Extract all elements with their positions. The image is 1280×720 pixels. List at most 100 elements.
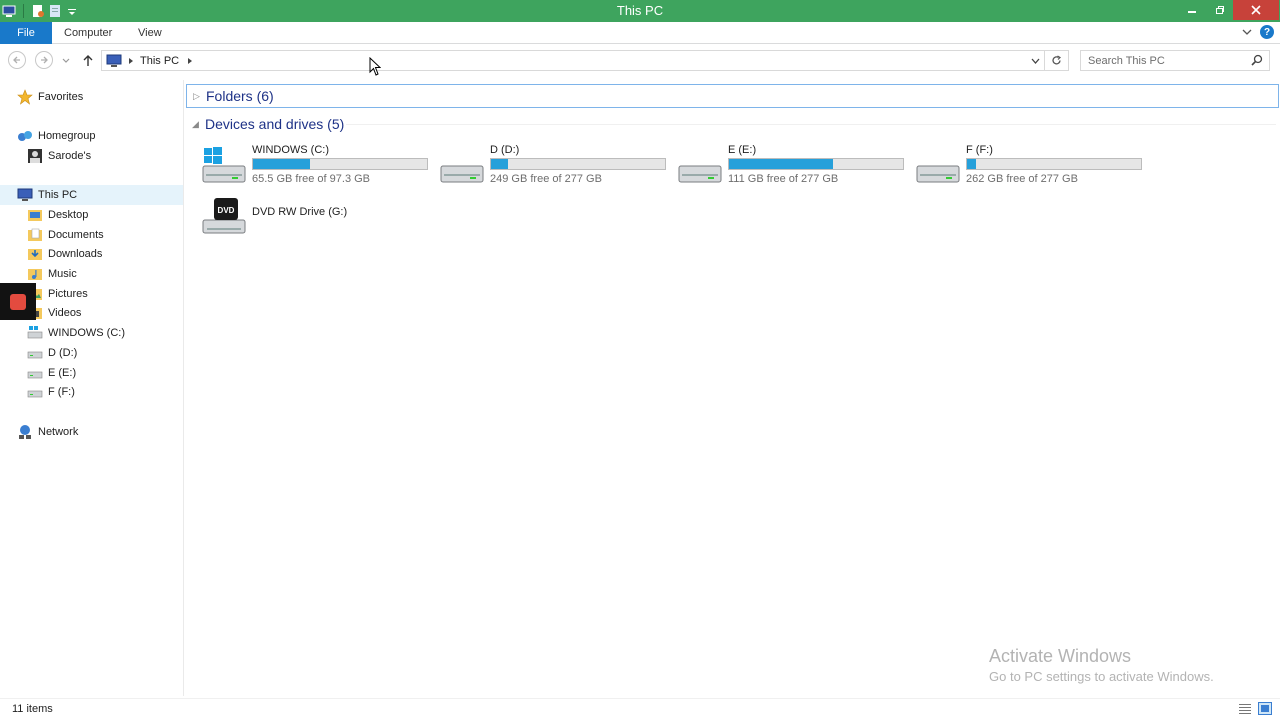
- computer-icon: [106, 54, 122, 67]
- nav-label: D (D:): [48, 347, 78, 359]
- capacity-fill: [729, 159, 834, 169]
- computer-icon: [17, 187, 33, 203]
- drive-free-space: 65.5 GB free of 97.3 GB: [252, 173, 371, 185]
- tab-file[interactable]: File: [0, 22, 52, 44]
- dvd-drive-icon: DVD: [202, 198, 246, 234]
- capacity-fill: [491, 159, 509, 169]
- windows-drive-icon: [202, 147, 246, 183]
- downloads-folder-icon: [27, 246, 43, 262]
- breadcrumb-chevron-icon[interactable]: [187, 57, 193, 65]
- help-button[interactable]: ?: [1260, 25, 1274, 39]
- nav-item-user[interactable]: Sarode's: [27, 146, 91, 166]
- capacity-bar: [966, 158, 1142, 170]
- svg-text:DVD: DVD: [218, 206, 235, 215]
- hard-drive-icon: [678, 165, 722, 183]
- capacity-fill: [967, 159, 976, 169]
- nav-item-favorites[interactable]: Favorites: [17, 87, 83, 107]
- content-pane: ▷ Folders (6) ◢ Devices and drives (5) W…: [186, 80, 1280, 696]
- drive-tile[interactable]: F (F:) 262 GB free of 277 GB: [900, 142, 1142, 190]
- nav-item-music[interactable]: Music: [27, 264, 77, 284]
- nav-label: Videos: [48, 307, 82, 319]
- music-folder-icon: [27, 266, 43, 282]
- star-icon: [17, 89, 33, 105]
- capacity-bar: [252, 158, 428, 170]
- restore-button[interactable]: [1206, 0, 1234, 20]
- drive-name: E (E:): [728, 144, 757, 156]
- up-arrow-icon[interactable]: [82, 54, 94, 67]
- search-icon[interactable]: [1251, 54, 1263, 66]
- chevron-right-icon: ▷: [193, 90, 200, 101]
- activation-watermark: Activate Windows Go to PC settings to ac…: [989, 646, 1214, 684]
- back-button[interactable]: [8, 51, 26, 69]
- watermark-subtitle: Go to PC settings to activate Windows.: [989, 669, 1214, 684]
- nav-item-documents[interactable]: Documents: [27, 225, 104, 245]
- recent-locations-icon[interactable]: [62, 57, 70, 65]
- group-divider: [346, 124, 1276, 125]
- nav-item-desktop[interactable]: Desktop: [27, 205, 88, 225]
- watermark-title: Activate Windows: [989, 646, 1132, 666]
- address-bar[interactable]: This PC: [101, 50, 1045, 71]
- close-button[interactable]: [1233, 0, 1279, 20]
- user-icon: [27, 148, 43, 164]
- refresh-icon: [1052, 55, 1061, 65]
- record-stop-button[interactable]: [0, 283, 36, 320]
- drive-tile[interactable]: WINDOWS (C:) 65.5 GB free of 97.3 GB: [186, 142, 428, 190]
- nav-label: Downloads: [48, 248, 103, 260]
- nav-item-drive-e[interactable]: E (E:): [27, 363, 76, 383]
- address-toolbar: This PC: [0, 48, 1280, 74]
- drive-tile[interactable]: E (E:) 111 GB free of 277 GB: [662, 142, 904, 190]
- details-view-icon[interactable]: [1238, 702, 1252, 715]
- drive-free-space: 249 GB free of 277 GB: [490, 173, 602, 185]
- nav-label: This PC: [38, 189, 78, 201]
- chevron-down-icon: ◢: [192, 118, 199, 129]
- nav-item-drive-f[interactable]: F (F:): [27, 382, 75, 402]
- drive-name: WINDOWS (C:): [252, 144, 329, 156]
- nav-label: Pictures: [48, 288, 88, 300]
- drive-icon: [27, 345, 43, 361]
- navigation-pane: Favorites Homegroup Sarode's This PC Des…: [0, 80, 184, 696]
- drive-tile-dvd[interactable]: DVD DVD RW Drive (G:): [186, 192, 422, 240]
- tiles-view-icon[interactable]: [1258, 702, 1272, 715]
- tab-view[interactable]: View: [138, 22, 162, 44]
- breadcrumb-this-pc[interactable]: This PC: [140, 55, 179, 67]
- nav-item-this-pc[interactable]: This PC: [0, 185, 183, 205]
- nav-label: F (F:): [48, 386, 75, 398]
- search-box[interactable]: [1080, 50, 1270, 71]
- nav-label: Desktop: [48, 209, 89, 221]
- nav-label: E (E:): [48, 367, 77, 379]
- refresh-button[interactable]: [1045, 50, 1069, 71]
- search-input[interactable]: [1081, 51, 1241, 70]
- desktop-folder-icon: [27, 207, 43, 223]
- nav-item-downloads[interactable]: Downloads: [27, 244, 102, 264]
- stop-icon: [10, 293, 26, 310]
- group-header-folders[interactable]: ▷ Folders (6): [186, 84, 1279, 108]
- expand-ribbon-icon[interactable]: [1242, 27, 1252, 37]
- drive-name: DVD RW Drive (G:): [252, 206, 348, 218]
- nav-item-homegroup[interactable]: Homegroup: [17, 126, 95, 146]
- group-label: Folders (6): [206, 88, 274, 104]
- nav-item-drive-d[interactable]: D (D:): [27, 343, 77, 363]
- nav-item-drive-c[interactable]: WINDOWS (C:): [27, 323, 125, 343]
- homegroup-icon: [17, 128, 33, 144]
- windows-drive-icon: [27, 325, 43, 341]
- nav-label: Documents: [48, 229, 104, 241]
- title-bar: This PC: [0, 0, 1280, 22]
- nav-item-pictures[interactable]: Pictures: [27, 284, 88, 304]
- drive-name: F (F:): [966, 144, 993, 156]
- forward-button[interactable]: [35, 51, 53, 69]
- capacity-fill: [253, 159, 311, 169]
- network-icon: [17, 424, 33, 440]
- breadcrumb-chevron-icon[interactable]: [128, 57, 134, 65]
- address-dropdown-icon[interactable]: [1031, 57, 1040, 65]
- capacity-bar: [490, 158, 666, 170]
- documents-folder-icon: [27, 227, 43, 243]
- drive-tile[interactable]: D (D:) 249 GB free of 277 GB: [424, 142, 666, 190]
- minimize-icon: [1188, 11, 1196, 13]
- close-icon: [1251, 5, 1261, 15]
- group-label: Devices and drives (5): [205, 116, 345, 132]
- back-arrow-icon: [13, 56, 20, 64]
- minimize-button[interactable]: [1178, 0, 1206, 20]
- tab-computer[interactable]: Computer: [64, 22, 112, 44]
- nav-item-network[interactable]: Network: [17, 422, 78, 442]
- nav-label: Favorites: [38, 91, 84, 103]
